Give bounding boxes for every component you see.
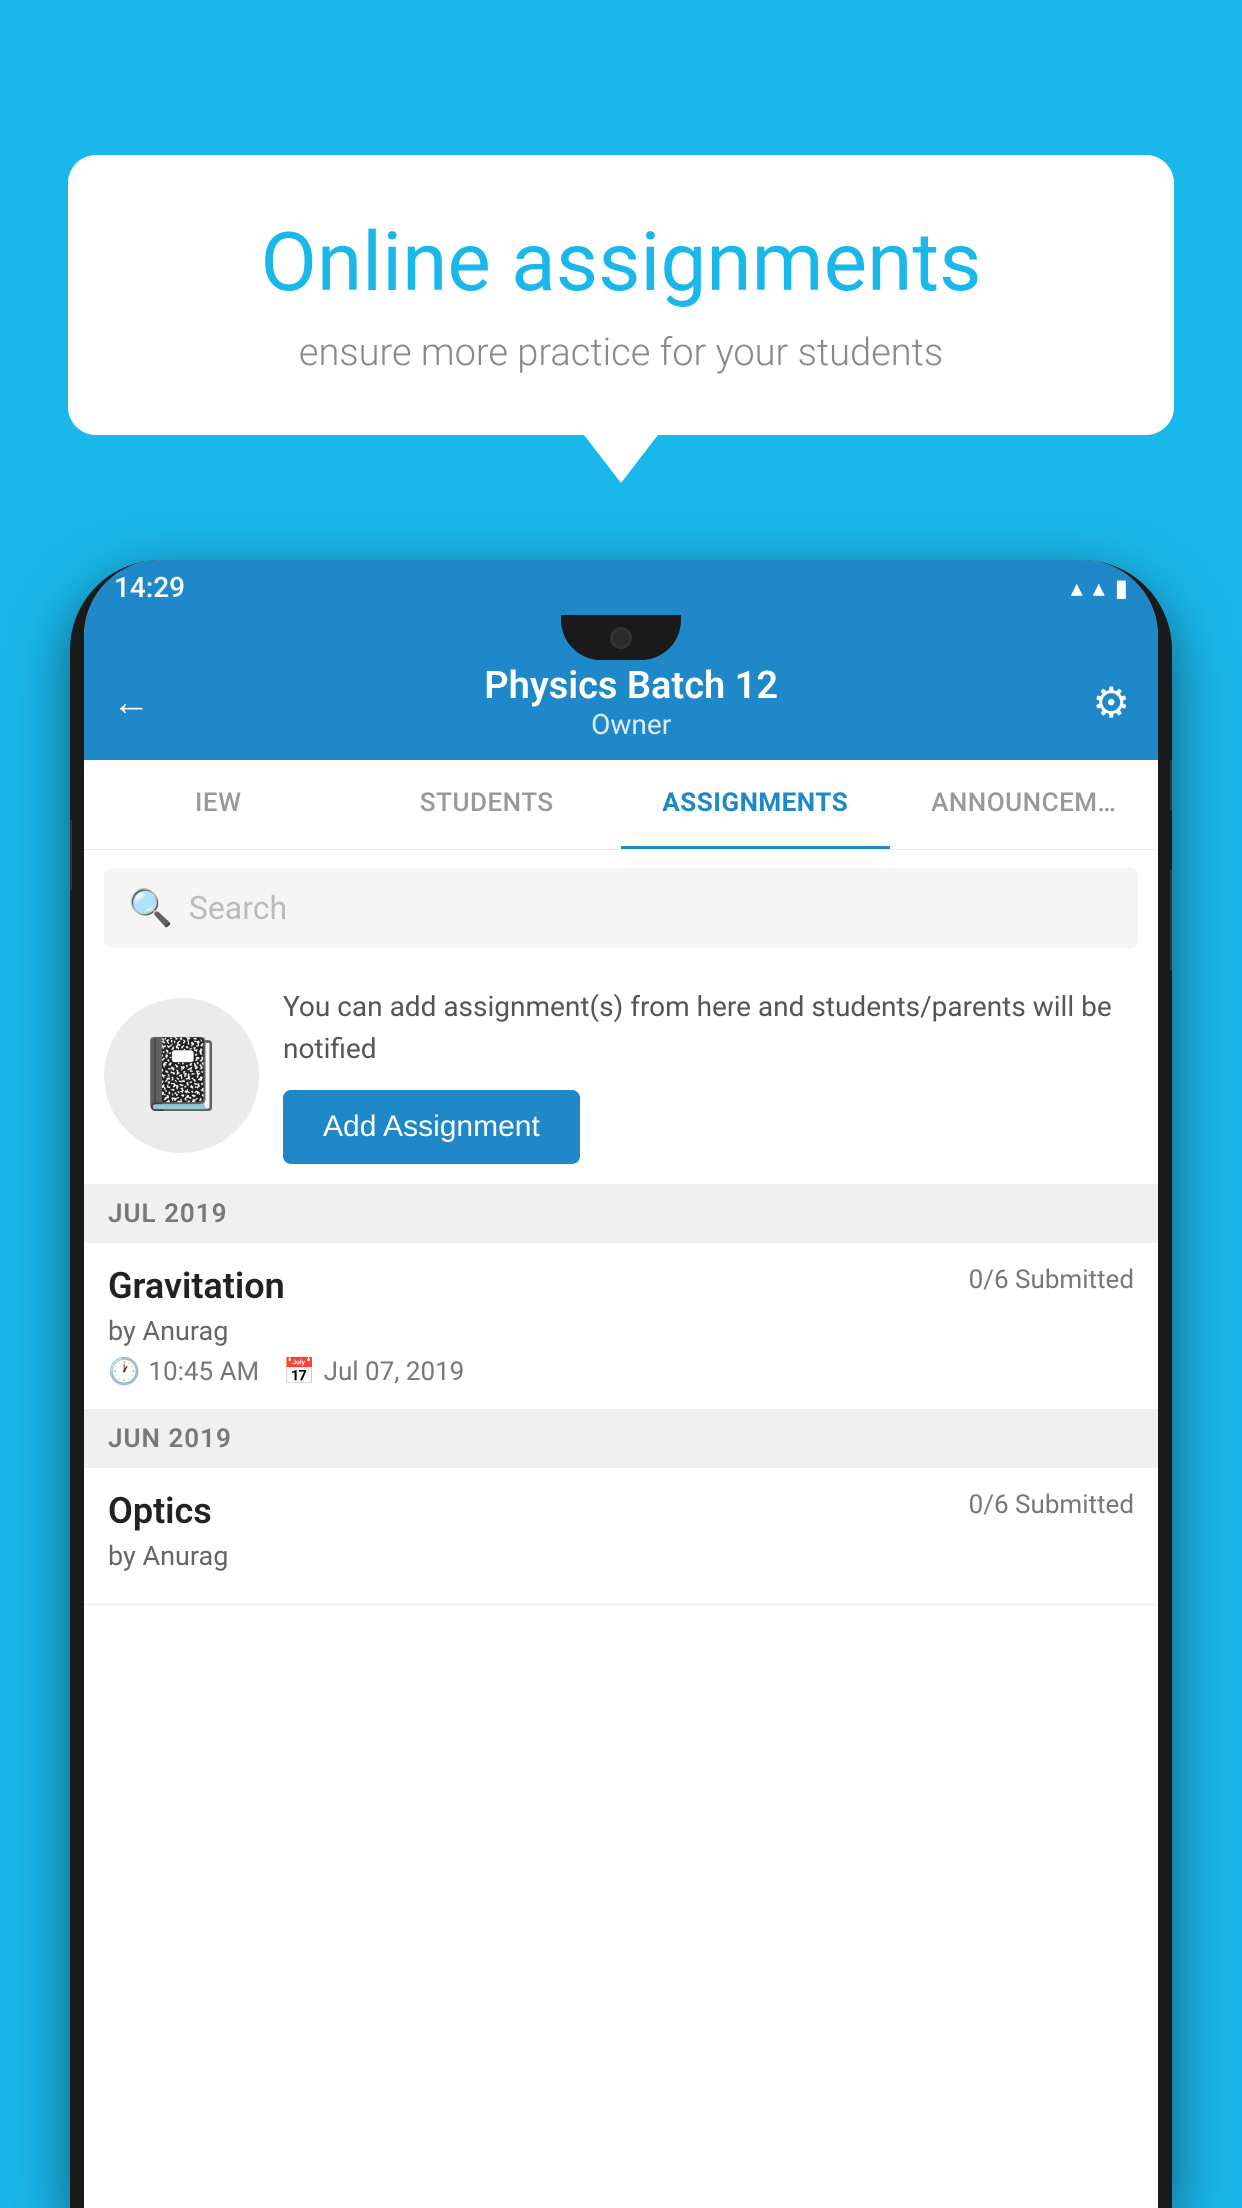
assignment-time-text: 10:45 AM: [148, 1357, 259, 1387]
batch-subtitle: Owner: [170, 708, 1092, 741]
app-bar-title: Physics Batch 12 Owner: [170, 664, 1092, 741]
phone-frame: 14:29 ▴ ▴ ▮ ← Physics Batch 12 Owner ⚙: [70, 560, 1172, 2208]
status-icons: ▴ ▴ ▮: [1071, 574, 1128, 602]
promo-section: 📓 You can add assignment(s) from here an…: [84, 966, 1158, 1185]
camera: [610, 627, 632, 649]
speech-bubble-container: Online assignments ensure more practice …: [68, 155, 1174, 435]
search-input[interactable]: Search: [189, 889, 287, 927]
speech-bubble-subtitle: ensure more practice for your students: [138, 331, 1104, 375]
clock-icon: 🕐: [108, 1357, 140, 1387]
assignment-top-optics: Optics 0/6 Submitted: [108, 1490, 1134, 1532]
app-bar: ← Physics Batch 12 Owner ⚙: [84, 645, 1158, 760]
promo-icon-circle: 📓: [104, 998, 259, 1153]
assignment-submitted-optics: 0/6 Submitted: [969, 1490, 1134, 1520]
side-button-left: [70, 820, 72, 890]
assignment-time: 🕐 10:45 AM: [108, 1357, 259, 1387]
phone-screen: 14:29 ▴ ▴ ▮ ← Physics Batch 12 Owner ⚙: [84, 560, 1158, 2208]
assignment-top: Gravitation 0/6 Submitted: [108, 1265, 1134, 1307]
tab-bar: IEW STUDENTS ASSIGNMENTS ANNOUNCEM…: [84, 760, 1158, 850]
promo-description: You can add assignment(s) from here and …: [283, 986, 1138, 1070]
assignment-name-optics: Optics: [108, 1490, 212, 1532]
assignment-item-gravitation[interactable]: Gravitation 0/6 Submitted by Anurag 🕐 10…: [84, 1243, 1158, 1410]
side-button-right1: [1170, 760, 1172, 810]
back-button[interactable]: ←: [112, 681, 150, 725]
promo-text: You can add assignment(s) from here and …: [283, 986, 1138, 1164]
batch-title: Physics Batch 12: [170, 664, 1092, 708]
speech-bubble-title: Online assignments: [138, 215, 1104, 311]
section-header-jul: JUL 2019: [84, 1185, 1158, 1243]
status-time: 14:29: [114, 571, 185, 604]
search-container: 🔍 Search: [84, 850, 1158, 966]
phone-notch: [561, 615, 681, 660]
assignment-date-text: Jul 07, 2019: [324, 1357, 465, 1387]
calendar-icon: 📅: [283, 1357, 315, 1387]
search-icon: 🔍: [128, 887, 173, 929]
assignment-meta: 🕐 10:45 AM 📅 Jul 07, 2019: [108, 1357, 1134, 1387]
signal-icon: ▴: [1093, 574, 1105, 602]
speech-bubble: Online assignments ensure more practice …: [68, 155, 1174, 435]
tab-iew[interactable]: IEW: [84, 760, 353, 849]
side-button-right2: [1170, 870, 1172, 970]
add-assignment-button[interactable]: Add Assignment: [283, 1090, 580, 1164]
settings-icon[interactable]: ⚙: [1092, 678, 1130, 728]
assignment-by-optics: by Anurag: [108, 1540, 1134, 1572]
screen-content: 🔍 Search 📓 You can add assignment(s) fro…: [84, 850, 1158, 1605]
assignment-item-optics[interactable]: Optics 0/6 Submitted by Anurag: [84, 1468, 1158, 1605]
tab-assignments[interactable]: ASSIGNMENTS: [621, 760, 890, 849]
tab-students[interactable]: STUDENTS: [353, 760, 622, 849]
tab-announcements[interactable]: ANNOUNCEM…: [890, 760, 1159, 849]
notebook-icon: 📓: [138, 1034, 225, 1116]
section-header-jun: JUN 2019: [84, 1410, 1158, 1468]
search-bar[interactable]: 🔍 Search: [104, 868, 1138, 948]
assignment-date: 📅 Jul 07, 2019: [283, 1357, 464, 1387]
assignment-name: Gravitation: [108, 1265, 285, 1307]
status-bar: 14:29 ▴ ▴ ▮: [84, 560, 1158, 615]
assignment-submitted: 0/6 Submitted: [969, 1265, 1134, 1295]
assignment-by: by Anurag: [108, 1315, 1134, 1347]
wifi-icon: ▴: [1071, 574, 1083, 602]
battery-icon: ▮: [1115, 574, 1128, 602]
